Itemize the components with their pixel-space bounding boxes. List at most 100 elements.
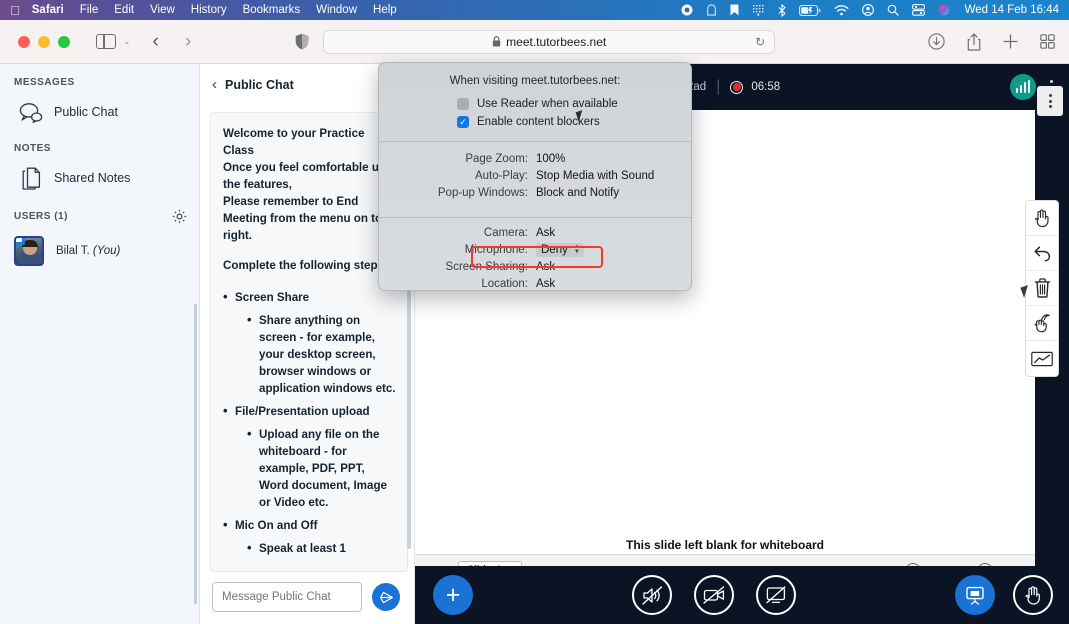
meeting-right-controls xyxy=(955,575,1053,615)
sidebar-toggle-icon[interactable] xyxy=(96,34,116,49)
undo-icon[interactable] xyxy=(1026,236,1058,271)
siri-icon[interactable] xyxy=(938,4,950,16)
menu-item-help[interactable]: Help xyxy=(373,4,397,16)
sidebar-heading-users: USERS (1) xyxy=(0,196,199,230)
lock-icon xyxy=(492,36,501,47)
downloads-icon[interactable] xyxy=(928,33,945,50)
app-sidebar: MESSAGES Public Chat NOTES Shared Notes … xyxy=(0,64,200,624)
maximize-window-button[interactable] xyxy=(58,36,70,48)
camera-off-icon[interactable] xyxy=(694,575,734,615)
draw-hand-icon[interactable] xyxy=(1026,306,1058,341)
chat-welcome-line-1: Welcome to your Practice Class xyxy=(223,125,397,159)
bookmark-icon[interactable] xyxy=(730,4,739,16)
chat-spacer xyxy=(223,274,397,287)
battery-icon[interactable] xyxy=(799,5,821,16)
share-icon[interactable] xyxy=(967,33,981,51)
search-icon[interactable] xyxy=(887,4,899,16)
reload-button[interactable]: ↻ xyxy=(755,35,765,49)
setting-key: Page Zoom: xyxy=(379,153,536,165)
controlcenter-icon[interactable] xyxy=(912,4,925,16)
chat-steps-heading: Complete the following steps: xyxy=(223,257,397,274)
line-chart-icon[interactable] xyxy=(1026,341,1058,376)
screen-share-off-icon[interactable] xyxy=(756,575,796,615)
use-reader-checkbox-row[interactable]: Use Reader when available xyxy=(379,95,691,113)
setting-row-popup-windows[interactable]: Pop-up Windows: Block and Notify xyxy=(379,184,691,201)
setting-row-auto-play[interactable]: Auto-Play: Stop Media with Sound xyxy=(379,167,691,184)
sidebar-scrollbar[interactable] xyxy=(194,304,197,604)
menu-item-history[interactable]: History xyxy=(191,4,227,16)
menu-item-edit[interactable]: Edit xyxy=(114,4,134,16)
chat-substeps-list: Share anything on screen - for example, … xyxy=(247,312,397,397)
permission-row-camera[interactable]: Camera: Ask xyxy=(379,224,691,241)
setting-key: Pop-up Windows: xyxy=(379,187,536,199)
chevron-down-icon[interactable]: ⌄ xyxy=(123,36,131,47)
step-label: File/Presentation upload xyxy=(235,405,370,418)
menu-item-safari[interactable]: Safari xyxy=(32,4,64,16)
grid-icon[interactable] xyxy=(752,4,765,16)
permission-key: Camera: xyxy=(379,227,536,239)
raise-hand-icon[interactable] xyxy=(1013,575,1053,615)
menu-bar-status-items: Wed 14 Feb 16:44 xyxy=(681,4,1059,17)
navigation-arrows: ‹ › xyxy=(153,31,192,53)
meeting-record-time: 06:58 xyxy=(751,81,780,93)
screenshot-root:  Safari File Edit View History Bookmark… xyxy=(0,0,1069,624)
record-indicator-icon[interactable] xyxy=(730,81,743,94)
list-item: Share anything on screen - for example, … xyxy=(247,312,397,397)
forward-button[interactable]: › xyxy=(185,31,191,53)
minimize-window-button[interactable] xyxy=(38,36,50,48)
menu-item-view[interactable]: View xyxy=(150,4,175,16)
permission-key: Location: xyxy=(379,278,536,290)
list-item: Speak at least 1 xyxy=(247,540,397,557)
pan-hand-icon[interactable] xyxy=(1026,201,1058,236)
address-bar[interactable]: meet.tutorbees.net ↻ xyxy=(323,30,775,54)
permission-row-location[interactable]: Location: Ask xyxy=(379,275,691,291)
step-label: Mic On and Off xyxy=(235,519,317,532)
sidebar-item-shared-notes[interactable]: Shared Notes xyxy=(0,160,199,196)
mute-speaker-icon[interactable] xyxy=(632,575,672,615)
window-controls xyxy=(18,36,70,48)
chat-welcome-line-5: Meeting from the menu on top xyxy=(223,210,397,227)
setting-value: Stop Media with Sound xyxy=(536,170,654,182)
menu-bar-clock[interactable]: Wed 14 Feb 16:44 xyxy=(965,4,1059,16)
wifi-icon[interactable] xyxy=(834,5,849,16)
tab-overview-icon[interactable] xyxy=(1040,34,1055,49)
content-blockers-checkbox-row[interactable]: ✓ Enable content blockers xyxy=(379,113,691,131)
popover-permissions-group: Camera: Ask Microphone: Deny ▲ ▼ Screen … xyxy=(379,218,691,291)
bluetooth-icon[interactable] xyxy=(778,4,786,17)
popover-settings-group: Page Zoom: 100% Auto-Play: Stop Media wi… xyxy=(379,142,691,207)
whiteboard-slide-note: This slide left blank for whiteboard xyxy=(415,538,1035,552)
user-list-item[interactable]: Bilal T. (You) xyxy=(0,230,199,272)
record-icon[interactable] xyxy=(681,4,693,16)
signal-strength-icon[interactable] xyxy=(1010,74,1036,100)
chat-spacer xyxy=(223,244,397,257)
menu-item-window[interactable]: Window xyxy=(316,4,357,16)
add-content-button[interactable]: + xyxy=(433,575,473,615)
new-tab-icon[interactable] xyxy=(1003,34,1018,49)
privacy-shield-icon[interactable] xyxy=(295,33,309,50)
search-input chat-message-input[interactable] xyxy=(212,582,362,612)
permission-value: Ask xyxy=(536,227,555,239)
send-icon[interactable] xyxy=(372,583,400,611)
menu-item-bookmarks[interactable]: Bookmarks xyxy=(243,4,301,16)
vpn-icon[interactable] xyxy=(706,4,717,16)
back-button[interactable]: ‹ xyxy=(153,31,159,53)
account-icon[interactable] xyxy=(862,4,874,16)
setting-key: Auto-Play: xyxy=(379,170,536,182)
apple-logo-icon[interactable]:  xyxy=(10,4,20,17)
chat-back-button[interactable]: ‹ xyxy=(212,76,217,93)
setting-row-page-zoom[interactable]: Page Zoom: 100% xyxy=(379,150,691,167)
menu-item-file[interactable]: File xyxy=(80,4,99,16)
content-blockers-checkbox[interactable]: ✓ xyxy=(457,116,469,128)
sidebar-item-public-chat[interactable]: Public Chat xyxy=(0,94,199,130)
whiteboard-options-button[interactable] xyxy=(1037,86,1063,116)
gear-icon[interactable] xyxy=(172,209,187,224)
setting-value: 100% xyxy=(536,153,565,165)
chat-welcome-line-2: Once you feel comfortable usin xyxy=(223,159,397,176)
presentation-icon[interactable] xyxy=(955,575,995,615)
close-window-button[interactable] xyxy=(18,36,30,48)
safari-toolbar: ⌄ ‹ › meet.tutorbees.net ↻ xyxy=(0,20,1069,64)
user-name-text: Bilal T. xyxy=(56,245,90,257)
use-reader-checkbox[interactable] xyxy=(457,98,469,110)
presenter-badge-icon xyxy=(14,236,25,245)
trash-icon[interactable] xyxy=(1026,271,1058,306)
